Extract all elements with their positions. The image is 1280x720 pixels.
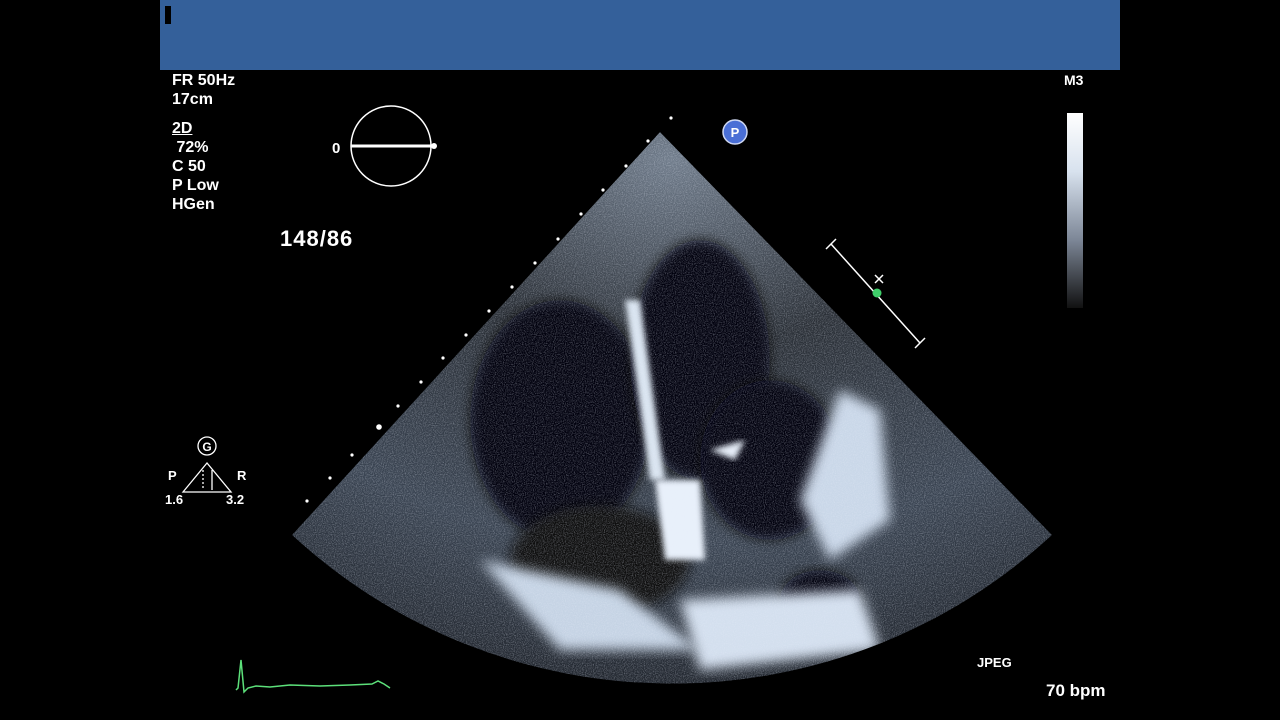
gain-left-value: 1.6 (165, 492, 183, 507)
gain-right-value: 3.2 (226, 492, 244, 507)
probe-marker-label: P (731, 125, 740, 140)
caliper-dot-icon (872, 288, 882, 298)
gain-letter: G (202, 440, 211, 454)
ecg-trace-icon (235, 659, 391, 694)
echo-image: 0 P G P R 1.6 3.2 (165, 105, 1052, 694)
probe-angle: 0 (332, 140, 340, 157)
probe-orientation-circle-icon (350, 105, 432, 187)
gain-right-label: R (237, 468, 247, 483)
gain-left-label: P (168, 468, 177, 483)
